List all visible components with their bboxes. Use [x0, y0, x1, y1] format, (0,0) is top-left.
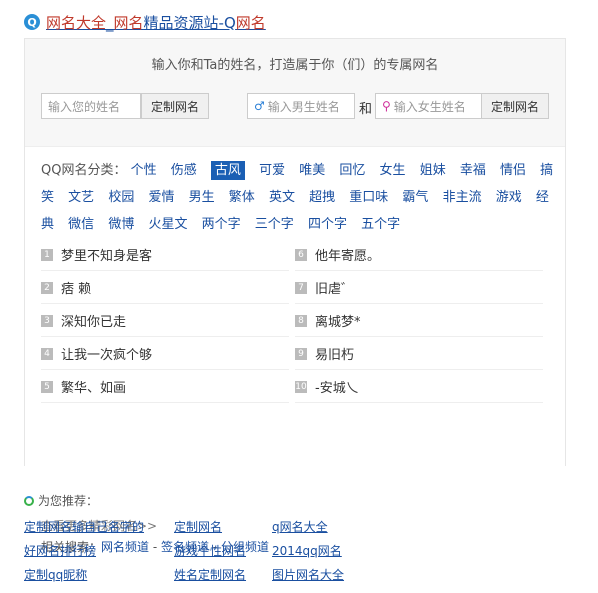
- names-section: QQ网名分类： 个性 伤感 古风 可爱 唯美 回忆 女生 姐妹 幸福 情侣 搞笑…: [25, 146, 565, 554]
- generator-subtitle: 输入你和Ta的姓名，打造属于你（们）的专属网名: [151, 58, 439, 73]
- category-item[interactable]: 游戏: [496, 190, 522, 205]
- name-row: 4 让我一次疯个够: [41, 338, 289, 370]
- rank-badge: 7: [295, 281, 307, 294]
- name-row: 3 深知你已走: [41, 305, 289, 337]
- category-label: QQ网名分类：: [41, 163, 127, 178]
- male-placeholder: 输入男生姓名: [267, 99, 340, 114]
- main-panel: 输入你和Ta的姓名，打造属于你（们）的专属网名 输入您的姓名 定制网名 ♂ 输入…: [24, 38, 566, 554]
- rank-badge: 3: [41, 314, 53, 327]
- rank-badge: 2: [41, 281, 53, 294]
- category-item[interactable]: 姐妹: [420, 163, 446, 178]
- female-placeholder: 输入女生姓名: [393, 99, 466, 114]
- rank-badge: 1: [41, 248, 53, 261]
- recommend-link[interactable]: 图片网名大全: [272, 566, 344, 583]
- title-part: _: [106, 13, 114, 32]
- category-item[interactable]: 唯美: [299, 163, 325, 178]
- category-item[interactable]: 重口味: [349, 190, 388, 205]
- category-item[interactable]: 两个字: [202, 217, 241, 232]
- recommend-title: 为您推荐：: [24, 492, 584, 509]
- category-item[interactable]: 男生: [189, 190, 215, 205]
- recommend-link[interactable]: 2014qq网名: [272, 542, 342, 559]
- name-row: 10 -安城乀: [295, 371, 543, 403]
- rank-badge: 4: [41, 347, 53, 360]
- category-item[interactable]: 古风: [210, 161, 245, 180]
- custom-name-button[interactable]: 定制网名: [141, 93, 209, 119]
- name-row: 7 旧虐゛: [295, 272, 543, 304]
- category-item[interactable]: 英文: [269, 190, 295, 205]
- recommend-link[interactable]: 定制网名: [174, 518, 222, 535]
- category-item[interactable]: 三个字: [255, 217, 294, 232]
- name-text[interactable]: 他年寄愿。: [315, 245, 380, 264]
- name-text[interactable]: 易旧朽: [315, 344, 354, 363]
- rank-badge: 9: [295, 347, 307, 360]
- name-row: 5 繁华、如画: [41, 371, 289, 403]
- female-name-input[interactable]: ⚲ 输入女生姓名: [375, 93, 483, 119]
- title-part: 精品资源站-Q: [143, 13, 236, 32]
- name-text[interactable]: 离城梦*: [315, 311, 361, 330]
- custom-couple-name-button[interactable]: 定制网名: [481, 93, 549, 119]
- and-label: 和: [359, 102, 373, 117]
- category-item[interactable]: 回忆: [339, 163, 365, 178]
- rank-badge: 6: [295, 248, 307, 261]
- category-item[interactable]: 校园: [108, 190, 134, 205]
- category-item[interactable]: 微博: [108, 217, 134, 232]
- category-item[interactable]: 五个字: [361, 217, 400, 232]
- female-icon: ⚲: [382, 99, 391, 113]
- title-part: 网名: [235, 13, 266, 32]
- category-item[interactable]: 超拽: [309, 190, 335, 205]
- title-part: 网名大全: [46, 13, 107, 32]
- category-list: QQ网名分类： 个性 伤感 古风 可爱 唯美 回忆 女生 姐妹 幸福 情侣 搞笑…: [41, 157, 557, 238]
- category-item[interactable]: 霸气: [402, 190, 428, 205]
- recommend-link[interactable]: 游戏个性网名: [174, 542, 246, 559]
- name-text[interactable]: -安城乀: [315, 377, 359, 396]
- rank-badge: 10: [295, 380, 307, 393]
- site-title-link[interactable]: 网名大全_网名精品资源站-Q网名: [46, 12, 266, 33]
- category-item[interactable]: 个性: [131, 163, 157, 178]
- recommend-link[interactable]: q网名大全: [272, 518, 328, 535]
- site-header: Q 网名大全_网名精品资源站-Q网名: [24, 11, 266, 33]
- name-row: 1 梦里不知身是客: [41, 239, 289, 271]
- q-logo-icon: Q: [24, 14, 40, 30]
- category-item[interactable]: 幸福: [460, 163, 486, 178]
- name-row: 8 离城梦*: [295, 305, 543, 337]
- related-sep: -: [149, 540, 161, 554]
- male-name-input[interactable]: ♂ 输入男生姓名: [247, 93, 355, 119]
- name-placeholder: 输入您的姓名: [48, 99, 121, 114]
- category-item[interactable]: 可爱: [259, 163, 285, 178]
- rank-badge: 5: [41, 380, 53, 393]
- recommend-link[interactable]: 定制qq昵称: [24, 566, 87, 583]
- category-item[interactable]: 非主流: [443, 190, 482, 205]
- name-row: 2 痞 赖: [41, 272, 289, 304]
- name-row: 6 他年寄愿。: [295, 239, 543, 271]
- category-item[interactable]: 繁体: [229, 190, 255, 205]
- category-item[interactable]: 火星文: [148, 217, 187, 232]
- name-text[interactable]: 让我一次疯个够: [61, 344, 152, 363]
- recommend-link[interactable]: 姓名定制网名: [174, 566, 246, 583]
- category-item[interactable]: 女生: [380, 163, 406, 178]
- name-text[interactable]: 梦里不知身是客: [61, 245, 152, 264]
- name-text[interactable]: 痞 赖: [61, 278, 91, 297]
- male-icon: ♂: [254, 99, 265, 113]
- category-item[interactable]: 文艺: [68, 190, 94, 205]
- recommend-section: 为您推荐： 定制网名输自己名字的 定制网名 q网名大全好网名排行榜 游戏个性网名 201…: [24, 492, 584, 582]
- rank-badge: 8: [295, 314, 307, 327]
- name-row: 9 易旧朽: [295, 338, 543, 370]
- title-part: 网名: [113, 13, 144, 32]
- recommend-link[interactable]: 好网名排行榜: [24, 542, 96, 559]
- related-link-names[interactable]: 网名频道: [101, 540, 149, 554]
- recommend-link[interactable]: 定制网名输自己名字的: [24, 518, 144, 535]
- category-item[interactable]: 情侣: [500, 163, 526, 178]
- category-item[interactable]: 伤感: [171, 163, 197, 178]
- category-item[interactable]: 微信: [68, 217, 94, 232]
- category-item[interactable]: 四个字: [308, 217, 347, 232]
- recommend-label: 为您推荐：: [38, 494, 99, 508]
- category-item[interactable]: 爱情: [148, 190, 174, 205]
- name-input[interactable]: 输入您的姓名: [41, 93, 141, 119]
- name-text[interactable]: 旧虐゛: [315, 278, 354, 297]
- name-text[interactable]: 繁华、如画: [61, 377, 126, 396]
- name-text[interactable]: 深知你已走: [61, 311, 126, 330]
- name-generator: 输入你和Ta的姓名，打造属于你（们）的专属网名 输入您的姓名 定制网名 ♂ 输入…: [25, 39, 565, 146]
- ring-icon: [24, 495, 34, 506]
